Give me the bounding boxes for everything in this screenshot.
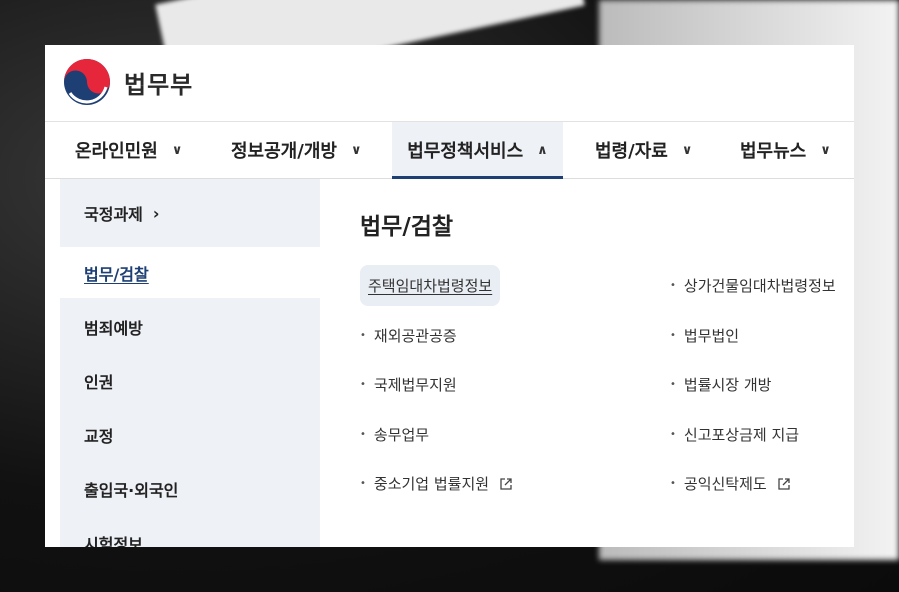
- bullet-icon: •: [670, 280, 676, 291]
- chevron-up-icon: ∧: [537, 142, 548, 158]
- link-label: 법률시장 개방: [683, 376, 772, 394]
- bullet-icon: •: [360, 478, 366, 489]
- taegeuk-logo-icon: [64, 59, 110, 105]
- sidebar-item-label: 출입국·외국인: [84, 480, 179, 500]
- link-label: 국제법무지원: [373, 376, 457, 394]
- link-label: 신고포상금제 지급: [683, 426, 800, 444]
- sidebar-item-corrections[interactable]: 교정: [60, 409, 320, 460]
- link-label: 송무업무: [373, 426, 430, 444]
- external-link-icon: [500, 477, 512, 490]
- gnb-item-policy-services[interactable]: 법무정책서비스 ∧: [392, 122, 563, 179]
- chevron-down-icon: ∨: [820, 142, 831, 158]
- bullet-icon: •: [670, 379, 676, 390]
- site-header: 법무부: [45, 45, 854, 122]
- sidebar-item-label: 교정: [84, 426, 114, 446]
- gnb-item-online-civil[interactable]: 온라인민원 ∨: [75, 122, 182, 178]
- site-logo[interactable]: 법무부: [62, 57, 193, 107]
- sidebar-item-immigration[interactable]: 출입국·외국인: [60, 463, 320, 514]
- sidebar-item-label: 시험정보: [84, 534, 143, 548]
- gnb-label: 온라인민원: [75, 141, 158, 162]
- bullet-icon: •: [670, 478, 676, 489]
- link-legal-market-opening[interactable]: • 법률시장 개방: [670, 374, 771, 395]
- sidebar-item-exam-info[interactable]: 시험정보: [60, 517, 320, 548]
- bullet-icon: •: [360, 429, 366, 440]
- sidebar-item-label: 법무/검찰: [84, 264, 149, 284]
- main-navigation: 온라인민원 ∨ 정보공개/개방 ∨ 법무정책서비스 ∧ 법령/자료 ∨ 법무뉴스…: [45, 122, 854, 179]
- chevron-down-icon: ∨: [681, 142, 693, 158]
- browser-page: 법무부 온라인민원 ∨ 정보공개/개방 ∨ 법무정책서비스 ∧ 법령/자료 ∨ …: [45, 45, 854, 547]
- link-international-legal-support[interactable]: • 국제법무지원: [360, 374, 457, 395]
- sidebar-item-national-tasks[interactable]: 국정과제 ›: [60, 179, 320, 247]
- link-reward-payment[interactable]: • 신고포상금제 지급: [670, 424, 799, 445]
- submenu-sidebar: 국정과제 › 법무/검찰 범죄예방 인권 교정 출입국·외국인 시험정보: [60, 179, 320, 547]
- bullet-icon: •: [670, 330, 676, 341]
- sidebar-item-justice-prosecution[interactable]: 법무/검찰: [60, 247, 320, 298]
- link-litigation-affairs[interactable]: • 송무업무: [360, 424, 429, 445]
- sidebar-item-label: 인권: [84, 372, 114, 392]
- sidebar-item-label: 범죄예방: [84, 318, 143, 338]
- sidebar-item-label: 국정과제: [84, 205, 143, 224]
- chevron-down-icon: ∨: [171, 142, 183, 158]
- link-label: 상가건물임대차법령정보: [683, 277, 836, 295]
- gnb-label: 정보공개/개방: [231, 141, 337, 162]
- gnb-label: 법령/자료: [595, 141, 668, 162]
- sidebar-item-human-rights[interactable]: 인권: [60, 355, 320, 406]
- link-label: 중소기업 법률지원: [373, 475, 490, 493]
- gnb-label: 법무정책서비스: [407, 141, 524, 162]
- link-housing-lease-law[interactable]: 주택임대차법령정보: [360, 265, 501, 306]
- sidebar-item-crime-prevention[interactable]: 범죄예방: [60, 301, 320, 352]
- link-overseas-notarization[interactable]: • 재외공관공증: [360, 325, 457, 346]
- gnb-item-info-disclosure[interactable]: 정보공개/개방 ∨: [231, 122, 362, 178]
- submenu-title: 법무/검찰: [360, 214, 454, 240]
- link-sme-legal-support[interactable]: • 중소기업 법률지원: [360, 473, 513, 494]
- link-public-trust[interactable]: • 공익신탁제도: [670, 473, 791, 494]
- chevron-right-icon: ›: [152, 203, 160, 223]
- link-label: 주택임대차법령정보: [368, 277, 493, 295]
- chevron-down-icon: ∨: [350, 142, 362, 158]
- link-commercial-lease-law[interactable]: • 상가건물임대차법령정보: [670, 275, 836, 296]
- gnb-item-laws-data[interactable]: 법령/자료 ∨: [595, 122, 692, 178]
- link-label: 법무법인: [683, 327, 740, 345]
- bullet-icon: •: [670, 429, 676, 440]
- bullet-icon: •: [360, 379, 366, 390]
- link-label: 공익신탁제도: [683, 475, 767, 493]
- submenu-content: 법무/검찰 주택임대차법령정보 • 재외공관공증 • 국제법무지원 • 송무업무…: [360, 179, 854, 547]
- gnb-label: 법무뉴스: [740, 141, 807, 162]
- bullet-icon: •: [360, 330, 366, 341]
- link-label: 재외공관공증: [373, 327, 457, 345]
- link-law-firms[interactable]: • 법무법인: [670, 325, 739, 346]
- gnb-item-news[interactable]: 법무뉴스 ∨: [740, 122, 831, 178]
- external-link-icon: [778, 477, 790, 490]
- site-name: 법무부: [124, 70, 194, 99]
